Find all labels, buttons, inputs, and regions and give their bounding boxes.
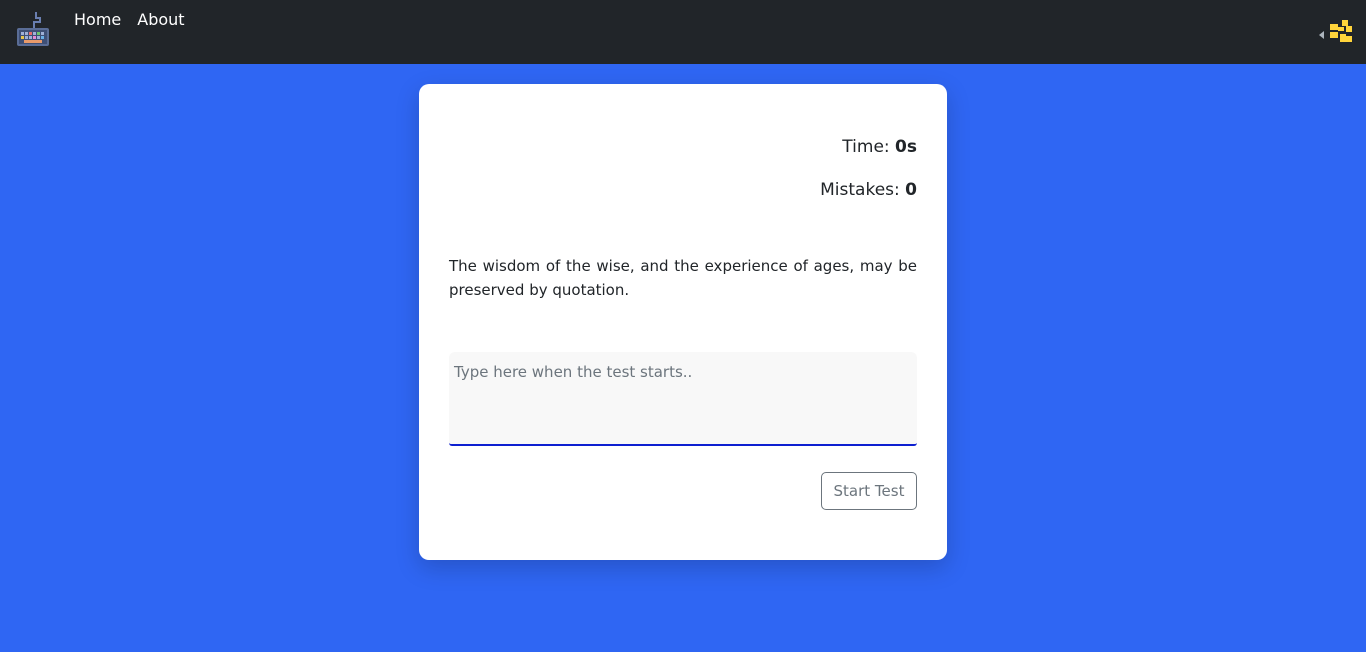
typing-input[interactable] (449, 352, 917, 446)
mistakes-stat: Mistakes: 0 (820, 178, 917, 202)
nav-link-about[interactable]: About (137, 10, 184, 30)
nav-link-home[interactable]: Home (74, 10, 121, 30)
caret-left-icon (1319, 24, 1324, 43)
timer-label: Time: (842, 137, 896, 157)
timer-value: 0s (895, 137, 917, 157)
mistakes-value: 0 (905, 180, 917, 200)
navbar: Home About (0, 0, 1366, 64)
nav-links: Home About (74, 10, 185, 30)
pixel-sun-icon (1330, 20, 1352, 46)
keyboard-icon[interactable] (16, 10, 50, 48)
quote-text: The wisdom of the wise, and the experien… (449, 257, 917, 299)
theme-toggle[interactable] (1319, 20, 1352, 46)
start-test-button[interactable]: Start Test (821, 472, 917, 510)
timer-stat: Time: 0s (842, 135, 917, 159)
typing-test-card: Time: 0s Mistakes: 0 The wisdom of the w… (419, 84, 947, 560)
mistakes-label: Mistakes: (820, 180, 906, 200)
